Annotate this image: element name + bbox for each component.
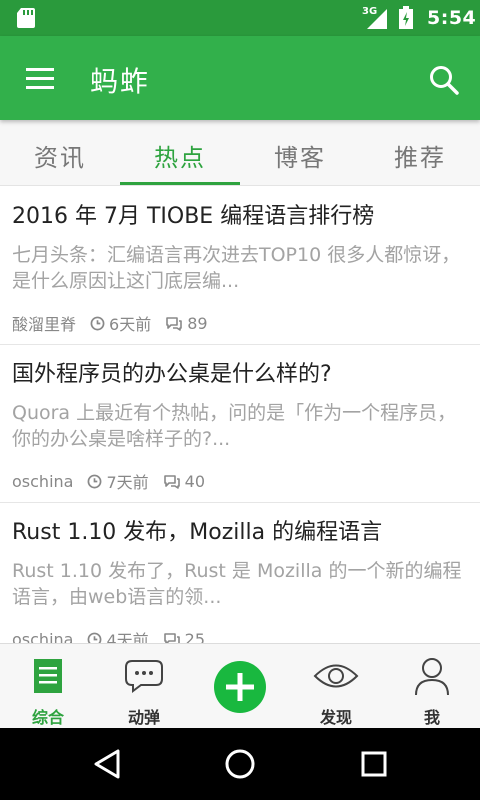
article-time-group: 6天前 xyxy=(90,311,151,335)
list-item[interactable]: Rust 1.10 发布，Mozilla 的编程语言 Rust 1.10 发布了… xyxy=(0,503,480,643)
signal-icon xyxy=(367,9,387,29)
add-button[interactable] xyxy=(214,661,266,713)
nav-item-discover[interactable]: 发现 xyxy=(288,654,384,728)
article-meta: oschina 4天前 25 xyxy=(12,627,205,643)
app-bar: 蚂蚱 xyxy=(0,36,480,120)
clock: 5:54 xyxy=(427,7,477,29)
article-comments-group: 25 xyxy=(163,629,205,644)
search-icon[interactable] xyxy=(428,64,460,96)
nav-item-tweet[interactable]: 动弹 xyxy=(96,654,192,728)
tab-recommend[interactable]: 推荐 xyxy=(360,120,480,185)
app-title: 蚂蚱 xyxy=(90,65,151,98)
article-summary: Rust 1.10 发布了，Rust 是 Mozilla 的一个新的编程语言，由… xyxy=(12,560,462,608)
article-comment-count: 40 xyxy=(184,471,205,491)
clock-icon xyxy=(88,632,102,643)
list-item[interactable]: 2016 年 7月 TIOBE 编程语言排行榜 七月头条：汇编语言再次进去TOP… xyxy=(0,187,480,345)
article-time: 6天前 xyxy=(109,315,152,334)
person-icon xyxy=(415,658,449,696)
plus-icon xyxy=(226,673,254,701)
article-author: oschina xyxy=(12,471,74,491)
nav-label-me: 我 xyxy=(423,708,440,727)
nav-item-me[interactable]: 我 xyxy=(384,654,480,728)
menu-icon[interactable] xyxy=(24,64,56,92)
tab-blog[interactable]: 博客 xyxy=(240,120,360,185)
recents-icon[interactable] xyxy=(360,748,388,780)
comment-icon xyxy=(163,632,180,643)
article-meta: 酸溜里脊 6天前 89 xyxy=(12,311,208,335)
back-icon[interactable] xyxy=(92,748,122,780)
article-time-group: 7天前 xyxy=(87,469,149,493)
category-tabs: 资讯 热点 博客 推荐 xyxy=(0,120,480,186)
comment-icon xyxy=(166,316,183,331)
clock-icon xyxy=(90,316,105,330)
article-comments-group: 89 xyxy=(165,313,208,333)
tab-news[interactable]: 资讯 xyxy=(0,120,120,185)
article-title: Rust 1.10 发布，Mozilla 的编程语言 xyxy=(12,520,383,545)
article-meta: oschina 7天前 40 xyxy=(12,469,205,493)
document-icon xyxy=(34,659,62,693)
article-list[interactable]: 2016 年 7月 TIOBE 编程语言排行榜 七月头条：汇编语言再次进去TOP… xyxy=(0,187,480,643)
chat-bubble-icon xyxy=(125,660,163,693)
article-comment-count: 25 xyxy=(184,629,205,644)
nav-label-tweet: 动弹 xyxy=(127,708,160,727)
system-nav-bar xyxy=(0,728,480,800)
nav-label-general: 综合 xyxy=(31,708,64,727)
nav-item-general[interactable]: 综合 xyxy=(0,654,96,728)
article-summary: 七月头条：汇编语言再次进去TOP10 很多人都惊讶，是什么原因让这门底层编... xyxy=(12,244,461,292)
article-time-group: 4天前 xyxy=(87,627,149,643)
status-bar: 3G 5:54 xyxy=(0,0,480,36)
tab-hot[interactable]: 热点 xyxy=(120,120,240,185)
article-author: oschina xyxy=(12,629,74,644)
nav-label-discover: 发现 xyxy=(319,708,352,727)
article-time: 4天前 xyxy=(106,631,149,643)
home-icon[interactable] xyxy=(224,748,256,780)
list-item[interactable]: 国外程序员的办公桌是什么样的? Quora 上最近有个热帖，问的是「作为一个程序… xyxy=(0,345,480,503)
clock-icon xyxy=(88,474,102,488)
article-title: 国外程序员的办公桌是什么样的? xyxy=(12,362,332,387)
eye-icon xyxy=(313,664,359,688)
sd-card-icon xyxy=(17,8,35,28)
article-time: 7天前 xyxy=(106,473,149,492)
article-title: 2016 年 7月 TIOBE 编程语言排行榜 xyxy=(12,204,375,229)
battery-icon xyxy=(399,6,413,29)
bottom-nav: 综合 动弹 发现 我 xyxy=(0,643,480,728)
comment-icon xyxy=(163,474,180,489)
article-comments-group: 40 xyxy=(163,472,205,491)
article-summary: Quora 上最近有个热帖，问的是「作为一个程序员，你的办公桌是啥样子的?... xyxy=(12,402,457,450)
article-comment-count: 89 xyxy=(187,313,208,333)
article-author: 酸溜里脊 xyxy=(12,315,77,334)
